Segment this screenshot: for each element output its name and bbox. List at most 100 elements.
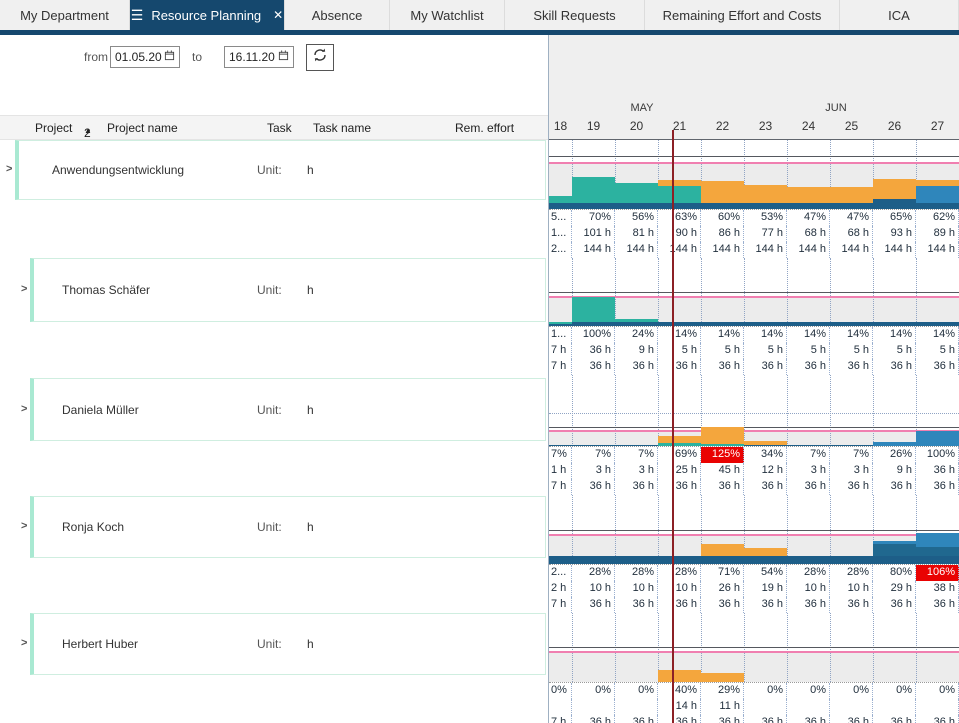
planned-hours-cell: 5 h bbox=[744, 343, 787, 359]
load-segment-navy bbox=[658, 203, 701, 209]
load-bar-week-19[interactable] bbox=[572, 177, 615, 209]
load-bar-week-26[interactable] bbox=[873, 442, 916, 446]
load-bar-week-19[interactable] bbox=[572, 445, 615, 446]
load-bar-week-27[interactable] bbox=[916, 533, 959, 564]
capacity-hours-cell: 36 h bbox=[787, 715, 830, 723]
load-bar-week-25[interactable] bbox=[830, 187, 873, 209]
load-segment-navy bbox=[615, 203, 658, 209]
load-segment-navy bbox=[830, 445, 873, 446]
load-bar-week-26[interactable] bbox=[873, 179, 916, 209]
load-bar-week-21[interactable] bbox=[658, 322, 701, 326]
load-bar-week-23[interactable] bbox=[744, 548, 787, 564]
load-bar-week-24[interactable] bbox=[787, 187, 830, 209]
load-bar-week-22[interactable] bbox=[701, 544, 744, 564]
tab-skill-requests[interactable]: Skill Requests bbox=[505, 0, 645, 30]
to-date-value: 16.11.20 bbox=[229, 50, 275, 64]
tab-resource-planning[interactable]: ☰Resource Planning✕ bbox=[130, 0, 285, 30]
load-bar-week-24[interactable] bbox=[787, 445, 830, 446]
load-segment-teal bbox=[572, 177, 615, 203]
load-bar-week-22[interactable] bbox=[701, 181, 744, 209]
load-segment-navy bbox=[549, 203, 572, 209]
load-bar-week-21[interactable] bbox=[658, 670, 701, 682]
load-bar-week-23[interactable] bbox=[744, 441, 787, 446]
load-bar-week-21[interactable] bbox=[658, 180, 701, 209]
to-date-input[interactable]: 16.11.20 bbox=[224, 46, 294, 68]
col-task-name[interactable]: Task name bbox=[313, 121, 371, 135]
col-rem-effort[interactable]: Rem. effort bbox=[455, 121, 514, 135]
department-row[interactable]: AnwendungsentwicklungUnit:h bbox=[15, 140, 546, 200]
load-bar-week-18[interactable] bbox=[549, 556, 572, 564]
utilization-percent-cell: 0% bbox=[615, 683, 658, 699]
load-segment-navy bbox=[572, 203, 615, 209]
capacity-hours-cell: 36 h bbox=[572, 479, 615, 495]
hamburger-icon[interactable]: ☰ bbox=[131, 8, 144, 22]
load-bar-week-18[interactable] bbox=[549, 445, 572, 446]
col-task[interactable]: Task bbox=[267, 121, 292, 135]
load-bar-week-27[interactable] bbox=[916, 431, 959, 446]
load-bar-week-22[interactable] bbox=[701, 322, 744, 326]
row-name: Herbert Huber bbox=[62, 637, 138, 651]
col-project[interactable]: Project bbox=[35, 121, 72, 135]
planned-hours-cell: 38 h bbox=[916, 581, 959, 597]
load-bar-week-21[interactable] bbox=[658, 436, 701, 446]
expand-chevron-icon[interactable]: > bbox=[21, 520, 27, 532]
load-segment-navy bbox=[701, 322, 744, 326]
expand-chevron-icon[interactable]: > bbox=[21, 637, 27, 649]
person-row[interactable]: Herbert HuberUnit:h bbox=[30, 613, 546, 675]
load-bar-week-26[interactable] bbox=[873, 322, 916, 326]
utilization-percent-cell: 71% bbox=[701, 565, 744, 581]
load-bar-week-23[interactable] bbox=[744, 322, 787, 326]
capacity-hours-cell: 36 h bbox=[701, 715, 744, 723]
load-bar-week-20[interactable] bbox=[615, 445, 658, 446]
load-bar-week-23[interactable] bbox=[744, 185, 787, 209]
expand-chevron-icon[interactable]: > bbox=[21, 403, 27, 415]
utilization-percent-cell: 106% bbox=[916, 565, 959, 581]
load-bar-week-25[interactable] bbox=[830, 445, 873, 446]
load-bar-week-19[interactable] bbox=[572, 556, 615, 564]
tab-my-watchlist[interactable]: My Watchlist bbox=[390, 0, 505, 30]
tab-my-department[interactable]: My Department bbox=[0, 0, 130, 30]
week-values-grid: 5...70%56%63%60%53%47%47%65%62%1...101 h… bbox=[549, 210, 959, 258]
planned-hours-cell bbox=[615, 699, 658, 715]
load-bar-week-26[interactable] bbox=[873, 541, 916, 564]
load-bar-week-24[interactable] bbox=[787, 556, 830, 564]
load-bar-week-27[interactable] bbox=[916, 322, 959, 326]
refresh-button[interactable] bbox=[306, 44, 334, 71]
capacity-hours-cell: 144 h bbox=[787, 242, 830, 258]
load-bar-week-22[interactable] bbox=[701, 427, 744, 446]
load-bar-week-19[interactable] bbox=[572, 297, 615, 326]
load-bar-week-18[interactable] bbox=[549, 196, 572, 209]
load-bar-week-18[interactable] bbox=[549, 322, 572, 326]
week-number-row: 18192021222324252627 bbox=[549, 119, 959, 139]
load-bar-week-20[interactable] bbox=[615, 319, 658, 326]
load-bar-week-20[interactable] bbox=[615, 556, 658, 564]
load-bar-week-25[interactable] bbox=[830, 322, 873, 326]
load-bar-week-20[interactable] bbox=[615, 183, 658, 209]
tab-remaining-effort-and-costs[interactable]: Remaining Effort and Costs bbox=[645, 0, 840, 30]
load-bar-week-27[interactable] bbox=[916, 180, 959, 209]
load-bar-week-25[interactable] bbox=[830, 556, 873, 564]
tab-ica[interactable]: ICA bbox=[840, 0, 959, 30]
col-project-name[interactable]: Project name bbox=[107, 121, 178, 135]
person-row[interactable]: Thomas SchäferUnit:h bbox=[30, 258, 546, 322]
load-bar-week-22[interactable] bbox=[701, 673, 744, 682]
capacity-hours-cell: 144 h bbox=[916, 242, 959, 258]
planned-hours-row: 1 h3 h3 h25 h45 h12 h3 h3 h9 h36 h bbox=[549, 463, 959, 479]
unit-value: h bbox=[307, 520, 314, 534]
load-bar-week-24[interactable] bbox=[787, 322, 830, 326]
load-segment-navy bbox=[873, 199, 916, 209]
calendar-icon[interactable] bbox=[278, 50, 289, 64]
person-row[interactable]: Daniela MüllerUnit:h bbox=[30, 378, 546, 441]
capacity-hours-cell: 36 h bbox=[658, 715, 701, 723]
load-segment-navy bbox=[572, 322, 615, 326]
person-row[interactable]: Ronja KochUnit:h bbox=[30, 496, 546, 558]
close-icon[interactable]: ✕ bbox=[273, 8, 283, 22]
load-bar-week-21[interactable] bbox=[658, 556, 701, 564]
expand-chevron-icon[interactable]: > bbox=[6, 163, 12, 175]
expand-chevron-icon[interactable]: > bbox=[21, 283, 27, 295]
calendar-icon[interactable] bbox=[164, 50, 175, 64]
planned-hours-cell: 26 h bbox=[701, 581, 744, 597]
tab-absence[interactable]: Absence bbox=[285, 0, 390, 30]
from-date-input[interactable]: 01.05.20 bbox=[110, 46, 180, 68]
planned-hours-cell: 19 h bbox=[744, 581, 787, 597]
